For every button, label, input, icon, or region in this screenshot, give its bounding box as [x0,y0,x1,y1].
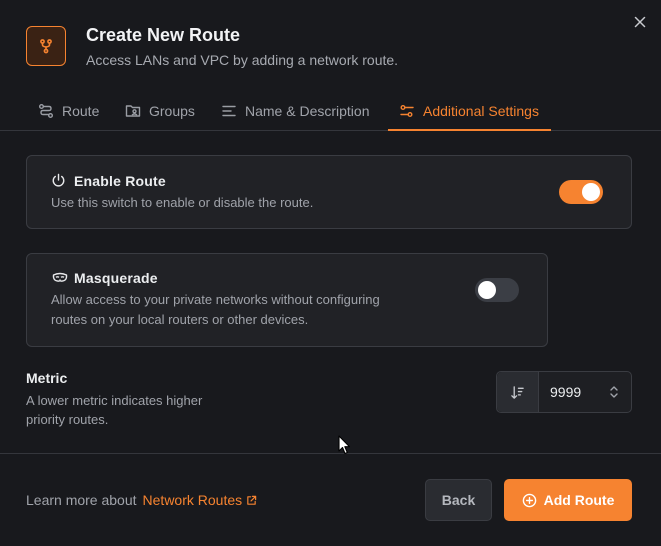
dialog-header: Create New Route Access LANs and VPC by … [0,0,661,90]
dialog-title: Create New Route [86,25,241,45]
metric-title: Metric [26,370,68,386]
masquerade-toggle[interactable] [475,278,519,302]
tab-groups-label: Groups [149,103,195,119]
metric-input[interactable] [539,372,599,412]
tab-additional-settings[interactable]: Additional Settings [388,92,551,131]
toggle-knob [582,183,600,201]
learn-more: Learn more about Network Routes [26,492,257,508]
metric-field [496,371,632,413]
tab-route[interactable]: Route [38,92,99,130]
tab-name-description-label: Name & Description [245,103,370,119]
back-button[interactable]: Back [425,479,492,521]
learn-more-text: Learn more about [26,492,137,508]
external-link-icon [247,495,257,505]
tab-route-label: Route [62,103,100,119]
route-icon [39,104,53,118]
tab-name-description[interactable]: Name & Description [221,92,370,130]
toggle-knob [478,281,496,299]
enable-route-card: Enable Route Use this switch to enable o… [26,155,632,229]
masquerade-description-line2: routes on your local routers or other de… [51,312,309,327]
sort-descending-icon [497,372,539,412]
masquerade-title: Masquerade [74,270,158,286]
add-route-button-label: Add Route [543,492,615,508]
masquerade-card: Masquerade Allow access to your private … [26,253,548,347]
add-route-button[interactable]: Add Route [504,479,632,521]
dialog-footer: Learn more about Network Routes Back Add… [0,453,661,546]
mouse-cursor-icon [338,435,351,455]
metric-description-line2: priority routes. [26,412,109,427]
groups-folder-icon [125,105,141,117]
network-routes-link[interactable]: Network Routes [143,492,258,508]
mask-icon [52,272,68,282]
dialog-subtitle: Access LANs and VPC by adding a network … [86,52,399,68]
back-button-label: Back [441,492,476,508]
chevron-up-down-icon[interactable] [599,372,629,412]
tab-groups[interactable]: Groups [125,92,195,130]
power-icon [52,173,65,187]
settings-sliders-icon [400,105,414,117]
metric-description-line1: A lower metric indicates higher [26,393,203,408]
metric-description: A lower metric indicates higher priority… [26,391,246,429]
masquerade-description-line1: Allow access to your private networks wi… [51,292,380,307]
network-routes-link-label: Network Routes [142,492,243,508]
text-lines-icon [222,105,236,117]
enable-route-toggle[interactable] [559,180,603,204]
route-icon [26,26,66,66]
enable-route-title: Enable Route [74,173,166,189]
tab-bar: Route Groups Name & Description Addition… [0,92,661,131]
tab-additional-settings-label: Additional Settings [423,103,539,119]
plus-circle-icon [522,493,536,507]
enable-route-description: Use this switch to enable or disable the… [51,195,314,210]
close-icon[interactable] [630,12,650,32]
